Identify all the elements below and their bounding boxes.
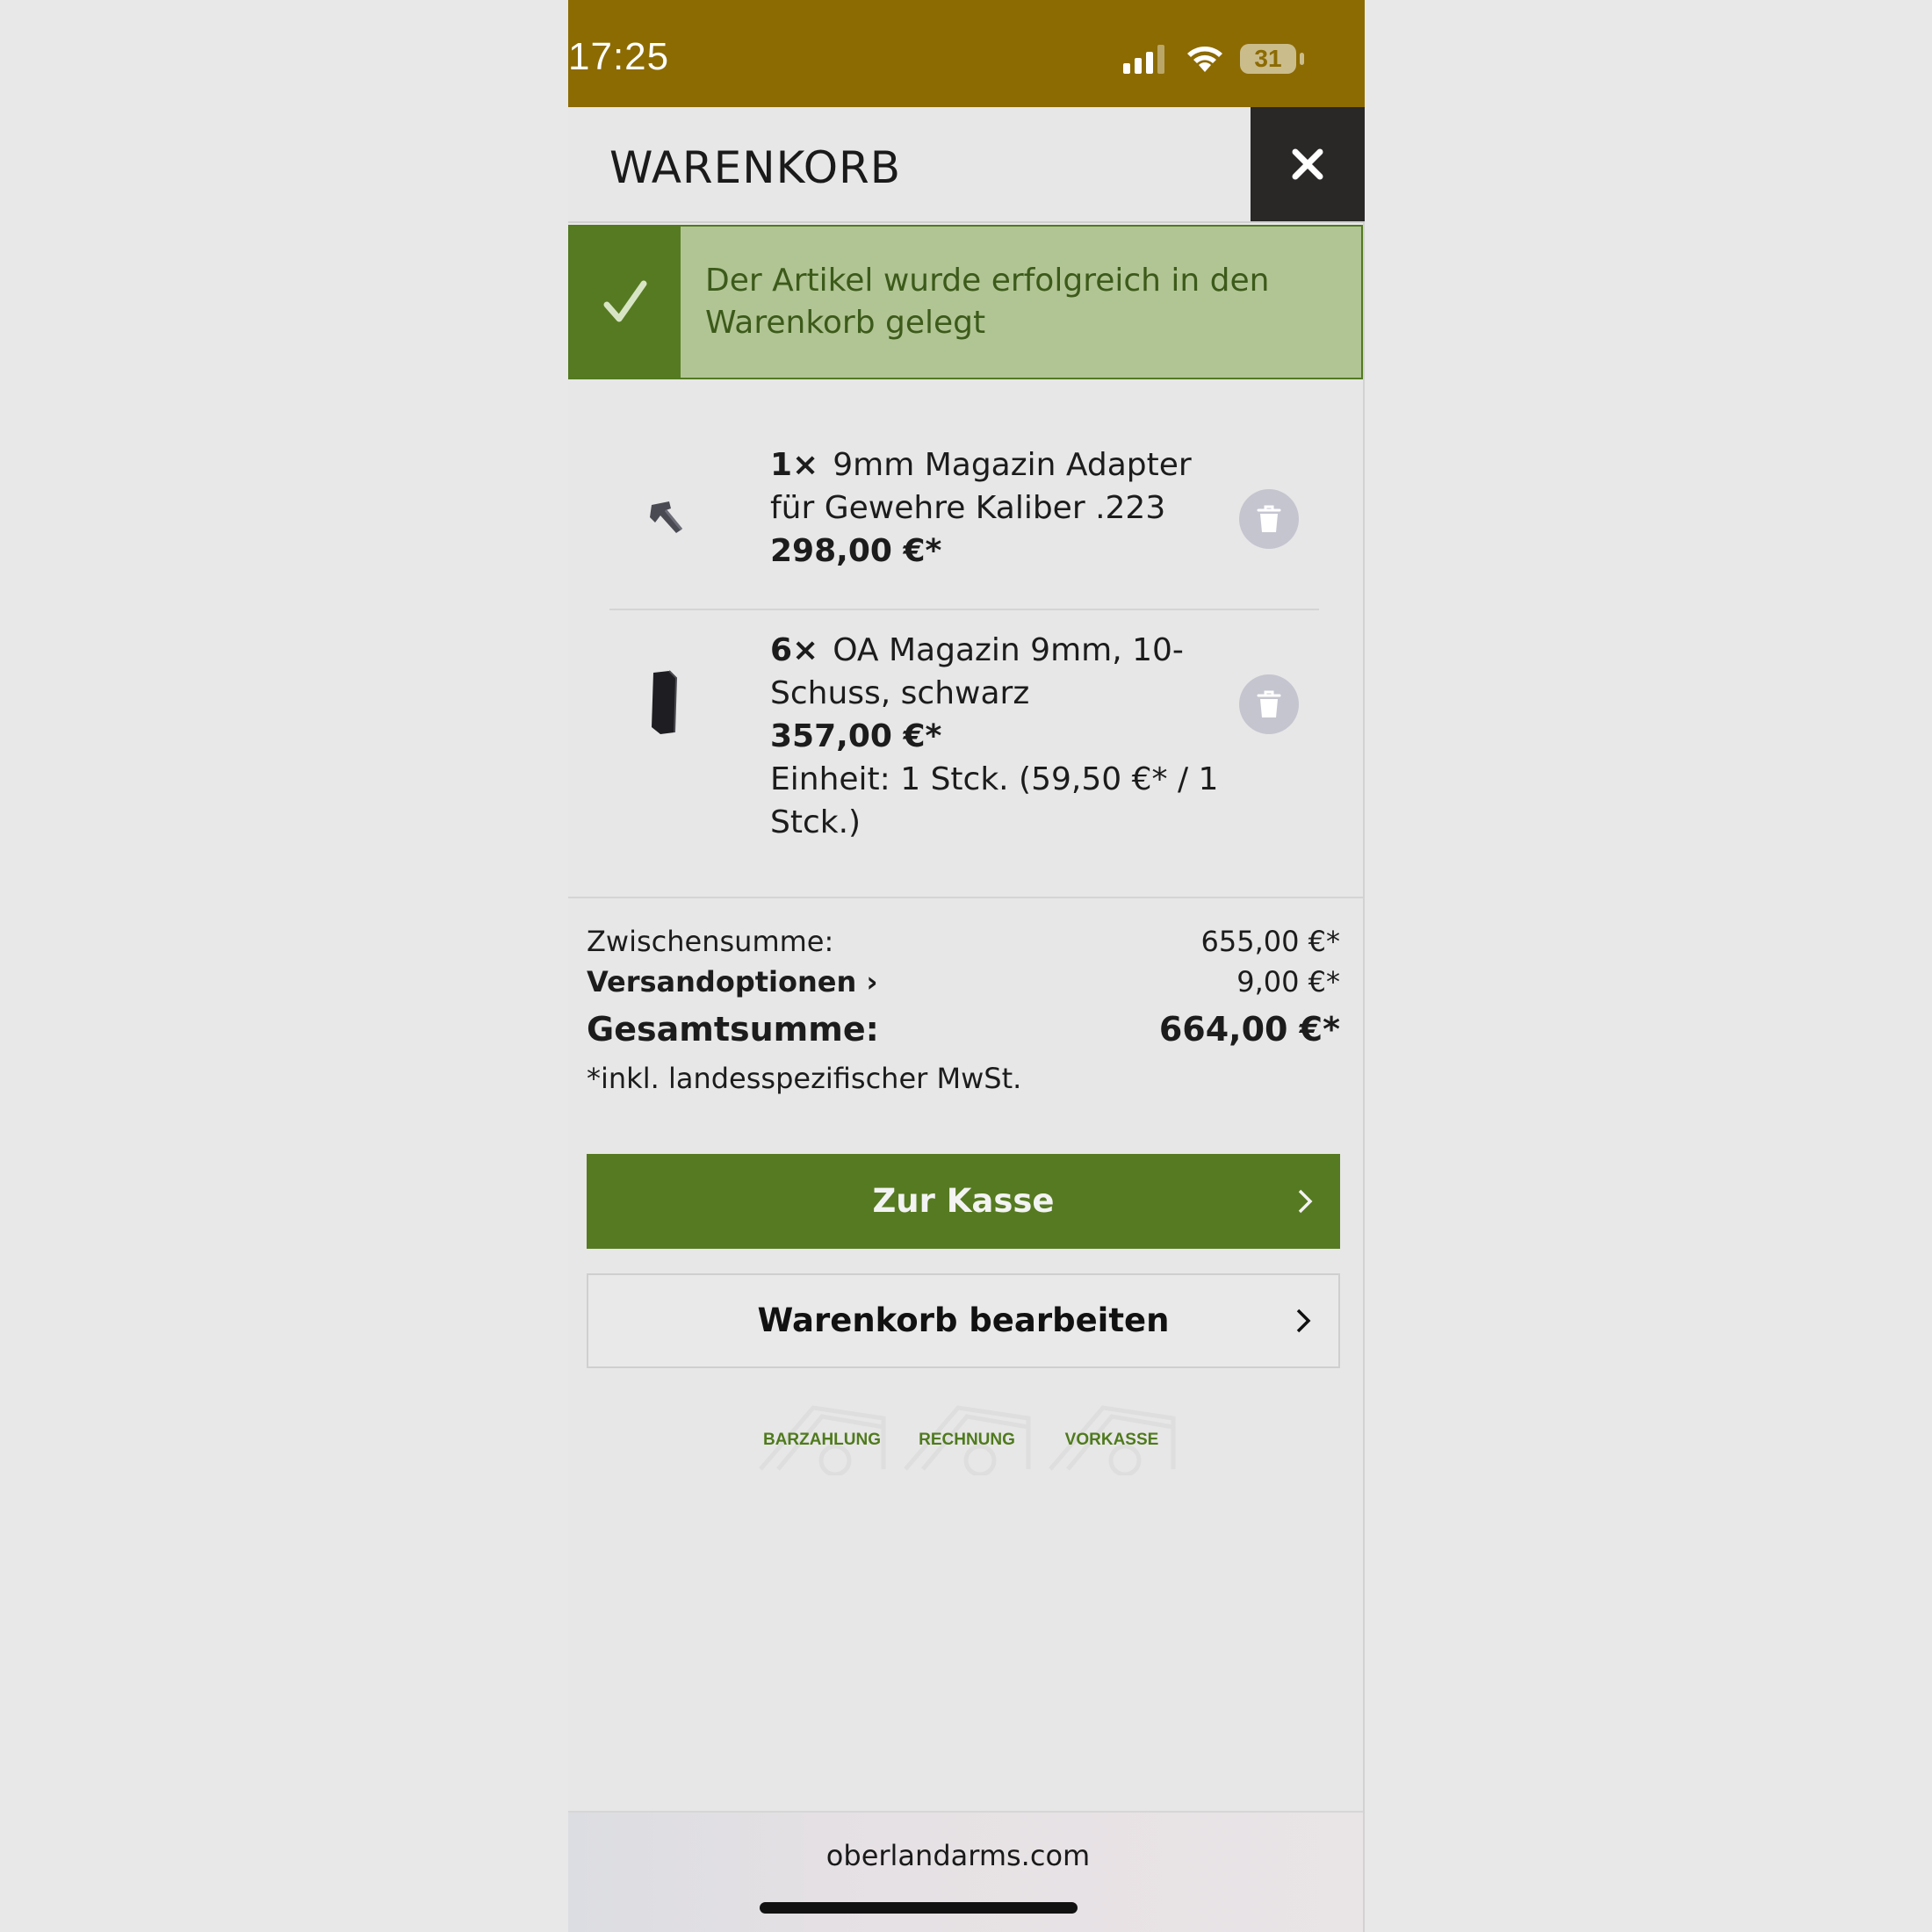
cart-header: WARENKORB [568,107,1365,223]
payment-label: BARZAHLUNG [762,1431,882,1449]
tax-note: *inkl. landesspezifischer MwSt. [587,1062,1022,1095]
success-icon-box [570,227,681,378]
payment-method-prepayment: VORKASSE [1042,1401,1182,1475]
close-button[interactable] [1251,107,1365,221]
chevron-right-icon: › [866,965,878,998]
wifi-icon [1187,47,1222,72]
subtotal-label: Zwischensumme: [587,925,834,958]
edit-cart-button[interactable]: Warenkorb bearbeiten [587,1273,1340,1368]
edit-cart-label: Warenkorb bearbeiten [757,1301,1170,1339]
payment-method-cash: BARZAHLUNG [752,1401,892,1475]
product-image [652,670,678,734]
remove-item-button[interactable] [1239,489,1299,549]
checkmark-icon [603,280,647,322]
item-name[interactable]: OA Magazin 9mm, 10-Schuss, schwarz [770,632,1184,711]
trash-icon [1257,690,1281,717]
checkout-button[interactable]: Zur Kasse [587,1154,1340,1249]
home-indicator[interactable] [760,1902,1078,1914]
status-time: 17:25 [568,35,670,78]
item-quantity: 6× [770,632,819,668]
status-bar: 17:25 31 [568,0,1365,107]
payment-label: RECHNUNG [919,1431,1015,1449]
items-divider [568,897,1363,898]
page-title: WARENKORB [609,142,902,193]
close-icon [1292,148,1323,180]
item-name[interactable]: 9mm Magazin Adapter für Gewehre Kaliber … [770,447,1192,526]
item-divider [609,609,1319,610]
item-details: 1× 9mm Magazin Adapter für Gewehre Kalibe… [770,443,1227,573]
trash-icon [1257,505,1281,532]
item-quantity: 1× [770,447,819,483]
shipping-label: Versandoptionen [587,965,857,998]
payment-method-invoice: RECHNUNG [897,1401,1037,1475]
payment-label: VORKASSE [1064,1431,1159,1449]
shipping-options-link[interactable]: Versandoptionen › [587,965,878,998]
url-text: oberlandarms.com [825,1839,1091,1872]
checkout-label: Zur Kasse [872,1182,1055,1220]
success-alert: Der Artikel wurde erfolgreich in den War… [568,225,1363,379]
browser-url-bar[interactable]: oberlandarms.com [568,1811,1363,1932]
total-value: 664,00 €* [1158,1010,1340,1049]
total-label: Gesamtsumme: [587,1010,879,1049]
chevron-right-icon [1296,1154,1314,1249]
chevron-right-icon [1294,1275,1312,1366]
product-image [650,501,683,533]
subtotal-value: 655,00 €* [1200,925,1341,958]
battery-cap [1300,53,1304,65]
shipping-value: 9,00 €* [1236,965,1340,998]
item-price: 357,00 €* [770,718,942,754]
success-message: Der Artikel wurde erfolgreich in den War… [705,263,1270,341]
item-price: 298,00 €* [770,533,942,569]
phone-screen: 17:25 31 WARENKORB Der Artikel wurde erf… [568,0,1365,1932]
item-unit-info: Einheit: 1 Stck. (59,50 €* / 1 Stck.) [770,761,1219,840]
battery-indicator: 31 [1240,44,1296,74]
remove-item-button[interactable] [1239,674,1299,734]
signal-icon [1123,45,1164,74]
item-details: 6× OA Magazin 9mm, 10-Schuss, schwarz 357… [770,629,1227,844]
